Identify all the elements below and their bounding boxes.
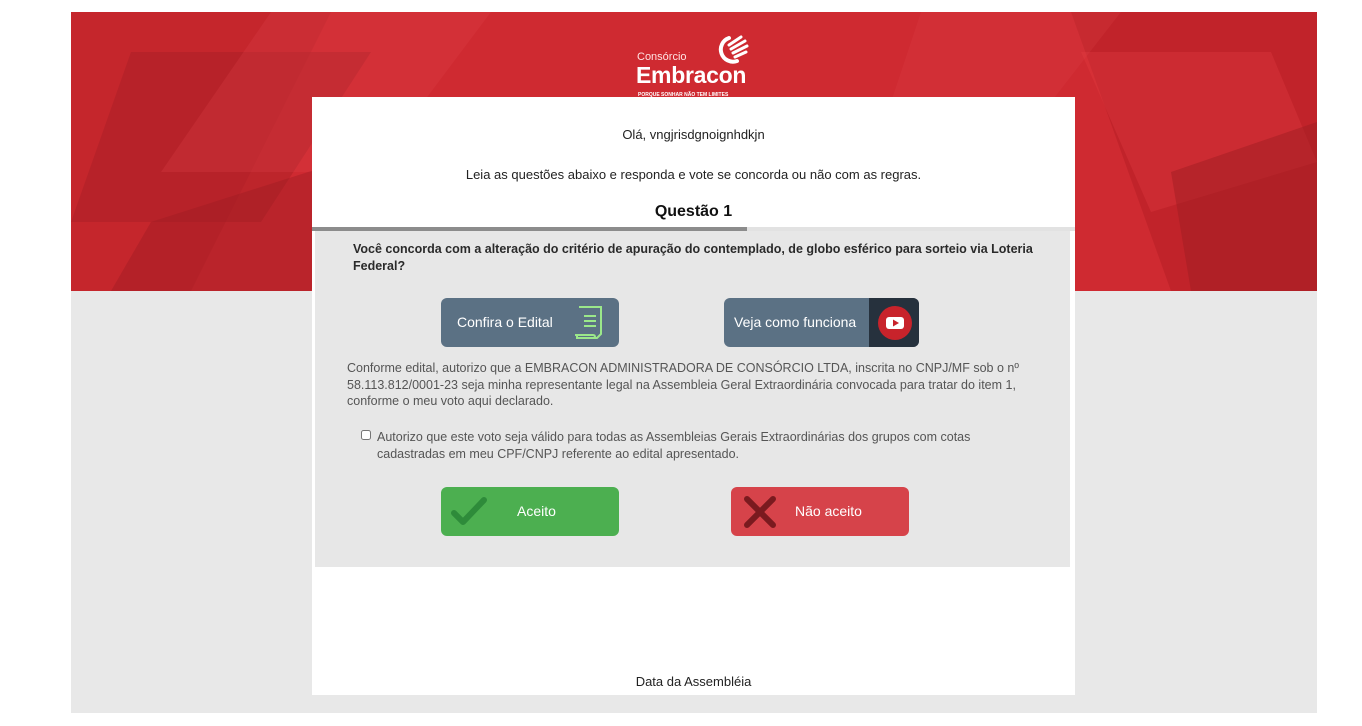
accept-button-label: Aceito xyxy=(517,503,556,519)
question-panel: Você concorda com a alteração do critéri… xyxy=(315,231,1070,567)
edital-button-label: Confira o Edital xyxy=(457,314,553,330)
checkmark-icon xyxy=(451,497,487,525)
embracon-logo: Consórcio Embracon PORQUE SONHAR NÃO TEM… xyxy=(636,24,757,98)
assembly-date-label: Data da Assembléia xyxy=(635,674,752,689)
question-title: Questão 1 xyxy=(654,203,733,220)
document-icon xyxy=(575,306,602,339)
page-frame: Consórcio Embracon PORQUE SONHAR NÃO TEM… xyxy=(71,12,1317,713)
reject-button-label: Não aceito xyxy=(795,503,862,519)
x-icon xyxy=(744,496,776,528)
youtube-play-icon xyxy=(878,306,912,340)
accept-button[interactable]: Aceito xyxy=(441,487,619,536)
reject-button[interactable]: Não aceito xyxy=(731,487,909,536)
authorize-all-label[interactable]: Autorizo que este voto seja válido para … xyxy=(377,429,997,462)
video-button-label: Veja como funciona xyxy=(734,314,857,330)
logo-brand-name: Embracon xyxy=(636,62,747,88)
authorize-all-checkbox[interactable] xyxy=(361,430,371,440)
edital-button[interactable]: Confira o Edital xyxy=(441,298,619,347)
greeting-text: Olá, vngjrisdgnoignhdkjn xyxy=(622,127,765,142)
voting-card: Olá, vngjrisdgnoignhdkjn Leia as questõe… xyxy=(312,97,1075,695)
embracon-hand-logo-icon xyxy=(718,35,749,64)
instructions-text: Leia as questões abaixo e responda e vot… xyxy=(465,167,922,182)
legal-authorization-text: Conforme edital, autorizo que a EMBRACON… xyxy=(347,361,1019,408)
question-text: Você concorda com a alteração do critéri… xyxy=(353,242,1033,273)
video-button[interactable]: Veja como funciona xyxy=(724,298,919,347)
